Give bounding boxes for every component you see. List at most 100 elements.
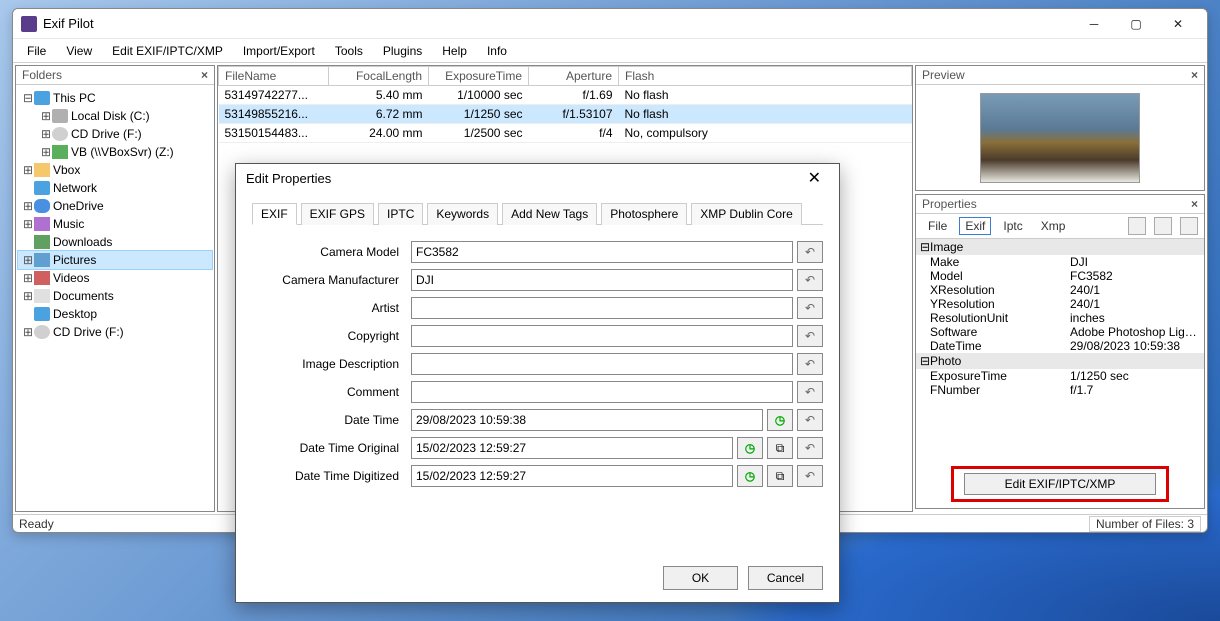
- cancel-button[interactable]: Cancel: [748, 566, 823, 590]
- group-image[interactable]: Image: [930, 240, 963, 254]
- menu-edit-exif[interactable]: Edit EXIF/IPTC/XMP: [108, 42, 227, 60]
- preview-title: Preview: [922, 68, 965, 82]
- input-comment[interactable]: [411, 381, 793, 403]
- menu-info[interactable]: Info: [483, 42, 511, 60]
- label-date-time: Date Time: [252, 413, 407, 427]
- undo-icon[interactable]: ↶: [797, 241, 823, 263]
- tab-exif[interactable]: Exif: [959, 217, 991, 235]
- app-icon: [21, 16, 37, 32]
- tree-documents[interactable]: Documents: [53, 289, 114, 303]
- grid-icon[interactable]: [1128, 217, 1146, 235]
- tree-vbox[interactable]: Vbox: [53, 163, 80, 177]
- clock-icon[interactable]: ◷: [737, 437, 763, 459]
- tab-xmp[interactable]: Xmp: [1035, 217, 1072, 235]
- label-date-time-digitized: Date Time Digitized: [252, 469, 407, 483]
- dlg-tab-iptc[interactable]: IPTC: [378, 203, 423, 225]
- folders-close-icon[interactable]: ×: [201, 68, 208, 82]
- folder-tree[interactable]: ⊟This PC ⊞Local Disk (C:) ⊞CD Drive (F:)…: [16, 85, 214, 511]
- input-date-time[interactable]: [411, 409, 763, 431]
- table-row[interactable]: 53149742277...5.40 mm1/10000 secf/1.69No…: [219, 86, 912, 105]
- copy-icon[interactable]: [1180, 217, 1198, 235]
- label-date-time-original: Date Time Original: [252, 441, 407, 455]
- dialog-title: Edit Properties: [246, 171, 800, 186]
- tree-desktop[interactable]: Desktop: [53, 307, 97, 321]
- menu-plugins[interactable]: Plugins: [379, 42, 426, 60]
- label-image-description: Image Description: [252, 357, 407, 371]
- dlg-tab-photosphere[interactable]: Photosphere: [601, 203, 687, 225]
- tree-vbox-drive[interactable]: VB (\\VBoxSvr) (Z:): [71, 145, 174, 159]
- undo-icon[interactable]: ↶: [797, 353, 823, 375]
- dlg-tab-xmp-dublin[interactable]: XMP Dublin Core: [691, 203, 801, 225]
- menu-help[interactable]: Help: [438, 42, 471, 60]
- tree-local-disk[interactable]: Local Disk (C:): [71, 109, 150, 123]
- input-camera-manufacturer[interactable]: [411, 269, 793, 291]
- menu-file[interactable]: File: [23, 42, 50, 60]
- tree-music[interactable]: Music: [53, 217, 84, 231]
- maximize-button[interactable]: ▢: [1115, 10, 1157, 38]
- dlg-tab-add-new-tags[interactable]: Add New Tags: [502, 203, 597, 225]
- ok-button[interactable]: OK: [663, 566, 738, 590]
- input-date-time-digitized[interactable]: [411, 465, 733, 487]
- table-row[interactable]: 53150154483...24.00 mm1/2500 secf/4No, c…: [219, 124, 912, 143]
- tree-videos[interactable]: Videos: [53, 271, 89, 285]
- tree-pictures[interactable]: Pictures: [53, 253, 96, 267]
- col-focallength[interactable]: FocalLength: [329, 67, 429, 86]
- clock-icon[interactable]: ◷: [767, 409, 793, 431]
- label-comment: Comment: [252, 385, 407, 399]
- preview-panel: Preview ×: [915, 65, 1205, 191]
- tree-onedrive[interactable]: OneDrive: [53, 199, 104, 213]
- undo-icon[interactable]: ↶: [797, 437, 823, 459]
- input-copyright[interactable]: [411, 325, 793, 347]
- tree-cd-drive-2[interactable]: CD Drive (F:): [53, 325, 124, 339]
- preview-image: [980, 93, 1140, 183]
- undo-icon[interactable]: ↶: [797, 465, 823, 487]
- table-row[interactable]: 53149855216...6.72 mm1/1250 secf/1.53107…: [219, 105, 912, 124]
- dlg-tab-exif[interactable]: EXIF: [252, 203, 297, 225]
- folders-header: Folders ×: [16, 66, 214, 85]
- folders-title: Folders: [22, 68, 62, 82]
- input-date-time-original[interactable]: [411, 437, 733, 459]
- tree-cd-drive[interactable]: CD Drive (F:): [71, 127, 142, 141]
- undo-icon[interactable]: ↶: [797, 381, 823, 403]
- menu-import-export[interactable]: Import/Export: [239, 42, 319, 60]
- label-camera-model: Camera Model: [252, 245, 407, 259]
- properties-panel: Properties× File Exif Iptc Xmp ⊟Image Ma…: [915, 194, 1205, 509]
- input-camera-model[interactable]: [411, 241, 793, 263]
- col-filename[interactable]: FileName: [219, 67, 329, 86]
- properties-title: Properties: [922, 197, 977, 211]
- undo-icon[interactable]: ↶: [797, 325, 823, 347]
- status-file-count: Number of Files: 3: [1089, 516, 1201, 532]
- tree-network[interactable]: Network: [53, 181, 97, 195]
- dialog-close-button[interactable]: ✕: [800, 166, 829, 190]
- menu-view[interactable]: View: [62, 42, 96, 60]
- dlg-tab-exif-gps[interactable]: EXIF GPS: [301, 203, 374, 225]
- undo-icon[interactable]: ↶: [797, 297, 823, 319]
- tree-downloads[interactable]: Downloads: [53, 235, 112, 249]
- copy-icon[interactable]: ⧉: [767, 437, 793, 459]
- col-aperture[interactable]: Aperture: [529, 67, 619, 86]
- properties-close-icon[interactable]: ×: [1191, 197, 1198, 211]
- undo-icon[interactable]: ↶: [797, 269, 823, 291]
- input-image-description[interactable]: [411, 353, 793, 375]
- copy-icon[interactable]: ⧉: [767, 465, 793, 487]
- label-copyright: Copyright: [252, 329, 407, 343]
- input-artist[interactable]: [411, 297, 793, 319]
- col-flash[interactable]: Flash: [619, 67, 912, 86]
- tab-file[interactable]: File: [922, 217, 953, 235]
- globe-icon[interactable]: [1154, 217, 1172, 235]
- undo-icon[interactable]: ↶: [797, 409, 823, 431]
- group-photo[interactable]: Photo: [930, 354, 961, 368]
- minimize-button[interactable]: ─: [1073, 10, 1115, 38]
- label-camera-manufacturer: Camera Manufacturer: [252, 273, 407, 287]
- tab-iptc[interactable]: Iptc: [997, 217, 1028, 235]
- clock-icon[interactable]: ◷: [737, 465, 763, 487]
- menu-tools[interactable]: Tools: [331, 42, 367, 60]
- dlg-tab-keywords[interactable]: Keywords: [427, 203, 498, 225]
- tree-this-pc[interactable]: This PC: [53, 91, 96, 105]
- edit-exif-button[interactable]: Edit EXIF/IPTC/XMP: [964, 473, 1157, 495]
- app-title: Exif Pilot: [43, 16, 1073, 31]
- preview-close-icon[interactable]: ×: [1191, 68, 1198, 82]
- col-exposuretime[interactable]: ExposureTime: [429, 67, 529, 86]
- menubar: File View Edit EXIF/IPTC/XMP Import/Expo…: [13, 39, 1207, 63]
- close-button[interactable]: ✕: [1157, 10, 1199, 38]
